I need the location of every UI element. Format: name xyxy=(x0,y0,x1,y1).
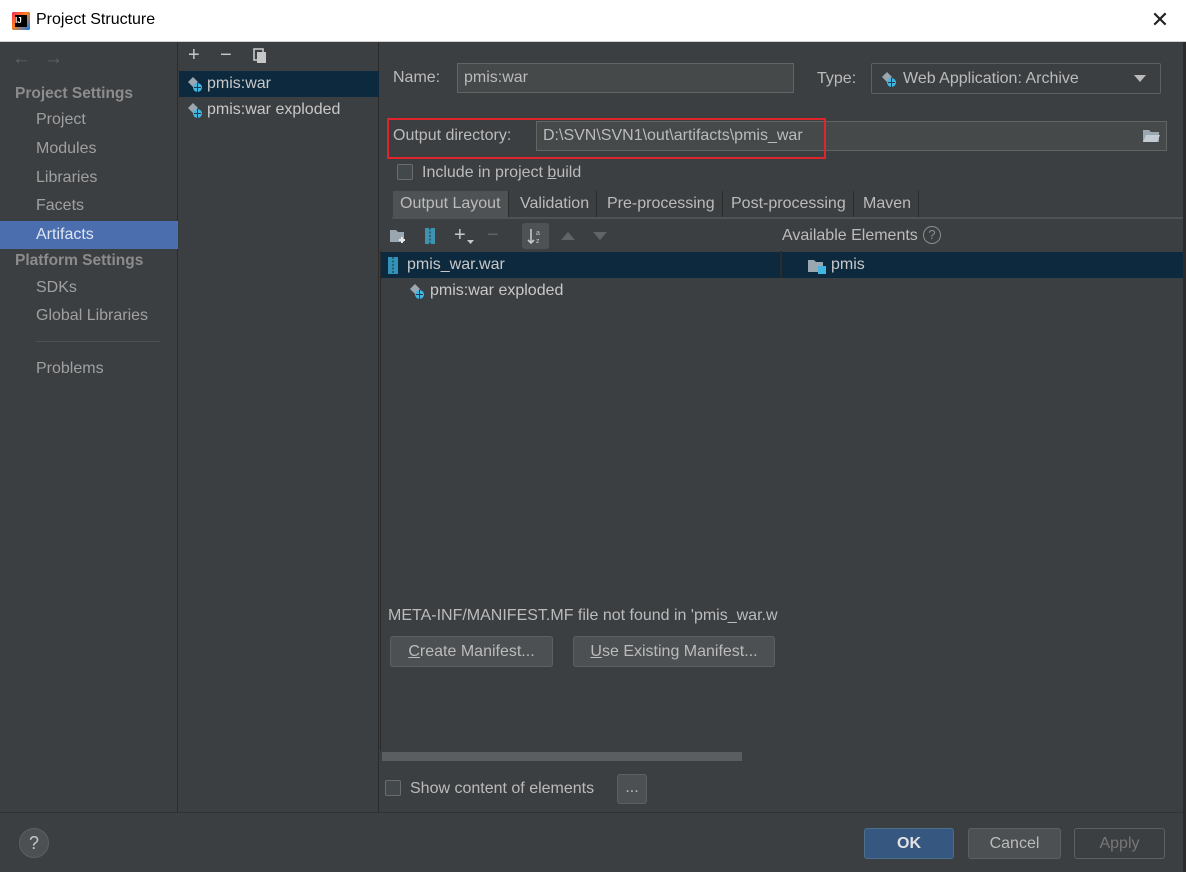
web-artifact-icon xyxy=(882,72,896,87)
nav-item-libraries[interactable]: Libraries xyxy=(0,164,178,192)
cancel-button[interactable]: Cancel xyxy=(968,828,1061,859)
tab-output-layout[interactable]: Output Layout xyxy=(393,191,509,217)
nav-item-global-libraries[interactable]: Global Libraries xyxy=(0,302,178,330)
artifact-name: pmis:war exploded xyxy=(207,101,341,118)
remove-element-button[interactable]: − xyxy=(487,224,499,247)
use-existing-manifest-button[interactable]: Use Existing Manifest... xyxy=(573,636,775,667)
horizontal-scrollbar[interactable] xyxy=(382,752,742,761)
intellij-app-icon: IJ xyxy=(12,12,30,30)
sort-toggle-button[interactable]: az xyxy=(522,223,549,249)
project-settings-header: Project Settings xyxy=(15,85,133,102)
manifest-message: META-INF/MANIFEST.MF file not found in '… xyxy=(388,607,778,624)
ok-button[interactable]: OK xyxy=(864,828,954,859)
copy-artifact-icon[interactable] xyxy=(253,48,267,64)
svg-text:a: a xyxy=(536,230,540,237)
nav-item-project[interactable]: Project xyxy=(0,106,178,134)
move-up-icon[interactable] xyxy=(561,232,575,240)
show-content-options-button[interactable]: ... xyxy=(617,774,647,804)
tree-row-label: pmis_war.war xyxy=(407,256,505,273)
create-manifest-button[interactable]: Create Manifest... xyxy=(390,636,553,667)
tree-border xyxy=(380,251,381,751)
nav-item-sdks[interactable]: SDKs xyxy=(0,274,178,302)
artifact-item[interactable]: pmis:war exploded xyxy=(179,97,379,123)
available-element-label: pmis xyxy=(831,256,865,273)
available-elements-title: Available Elements xyxy=(782,227,918,244)
tree-row-exploded[interactable]: pmis:war exploded xyxy=(381,278,780,304)
include-in-build-label: Include in project build xyxy=(422,164,582,181)
web-artifact-icon xyxy=(410,284,424,299)
tree-row-war[interactable]: pmis_war.war xyxy=(381,252,780,278)
nav-item-problems[interactable]: Problems xyxy=(0,355,178,383)
artifact-list-pane xyxy=(179,42,379,812)
back-arrow-icon[interactable]: ← xyxy=(12,48,31,70)
nav-divider xyxy=(36,341,160,342)
add-element-button[interactable]: + xyxy=(454,224,466,247)
new-folder-icon[interactable] xyxy=(389,228,407,244)
name-field[interactable]: pmis:war xyxy=(457,63,794,93)
window-title: Project Structure xyxy=(36,11,156,28)
module-folder-icon xyxy=(808,260,826,274)
help-icon[interactable]: ? xyxy=(923,226,941,244)
title-bar: IJ Project Structure ✕ xyxy=(0,0,1186,42)
artifact-name: pmis:war xyxy=(207,75,272,92)
chevron-down-icon xyxy=(1134,75,1146,82)
show-content-label: Show content of elements xyxy=(410,780,595,797)
tab-validation[interactable]: Validation xyxy=(513,191,598,217)
nav-item-facets[interactable]: Facets xyxy=(0,192,178,220)
help-button[interactable]: ? xyxy=(19,828,49,858)
nav-item-artifacts[interactable]: Artifacts xyxy=(0,221,178,249)
move-down-icon[interactable] xyxy=(593,232,607,240)
artifact-item[interactable]: pmis:war xyxy=(179,71,379,97)
available-element-row[interactable]: pmis xyxy=(782,252,1186,278)
type-dropdown[interactable]: Web Application: Archive xyxy=(871,63,1161,94)
remove-artifact-button[interactable]: − xyxy=(220,44,232,67)
type-dropdown-value: Web Application: Archive xyxy=(903,70,1079,87)
close-icon[interactable]: ✕ xyxy=(1146,6,1174,34)
tab-maven[interactable]: Maven xyxy=(856,191,920,217)
apply-button[interactable]: Apply xyxy=(1074,828,1165,859)
web-artifact-icon xyxy=(188,103,202,118)
tab-post-processing[interactable]: Post-processing xyxy=(724,191,854,217)
archive-icon[interactable] xyxy=(423,227,437,245)
chevron-down-icon xyxy=(467,240,474,244)
folder-browse-icon[interactable] xyxy=(1142,128,1160,143)
tree-row-label: pmis:war exploded xyxy=(430,282,564,299)
nav-item-modules[interactable]: Modules xyxy=(0,135,178,163)
show-content-checkbox[interactable] xyxy=(385,780,401,796)
archive-icon xyxy=(388,257,398,274)
output-directory-label: Output directory: xyxy=(393,127,512,144)
sort-alpha-icon: az xyxy=(527,229,540,245)
name-label: Name: xyxy=(393,69,441,86)
type-label: Type: xyxy=(817,70,857,87)
tab-pre-processing[interactable]: Pre-processing xyxy=(600,191,723,217)
forward-arrow-icon[interactable]: → xyxy=(44,48,63,70)
platform-settings-header: Platform Settings xyxy=(15,252,144,269)
include-in-build-checkbox[interactable] xyxy=(397,164,413,180)
web-artifact-icon xyxy=(188,77,202,92)
add-artifact-button[interactable]: + xyxy=(188,44,200,67)
svg-text:z: z xyxy=(536,238,540,245)
